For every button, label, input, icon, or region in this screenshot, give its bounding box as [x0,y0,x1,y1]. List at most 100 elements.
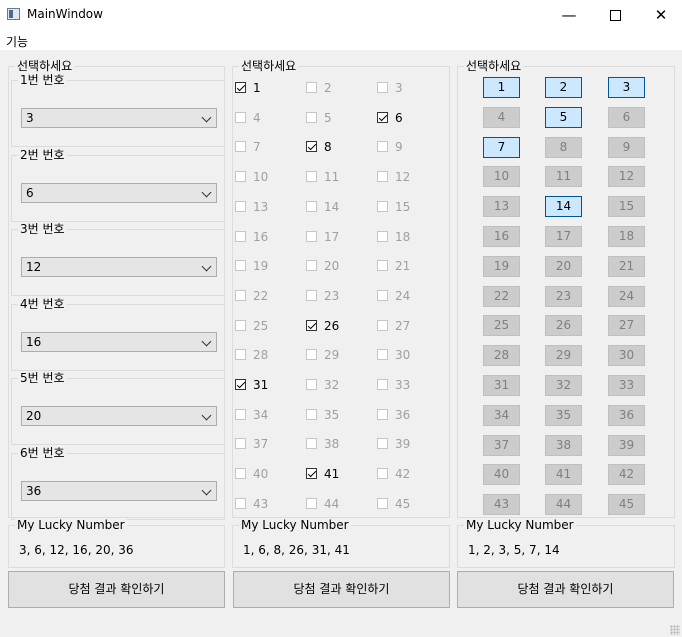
number-button-41[interactable]: 41 [545,464,582,486]
checkbox-box [235,141,246,153]
number-button-27[interactable]: 27 [608,315,645,337]
number-button-38[interactable]: 38 [545,434,582,456]
number-button-23[interactable]: 23 [545,285,582,307]
checkbox-label: 8 [324,140,332,155]
number-button-2[interactable]: 2 [545,77,582,98]
window-title: MainWindow [27,7,103,21]
check-result-button-1[interactable]: 당첨 결과 확인하기 [8,571,225,608]
number-button-8[interactable]: 8 [545,136,582,158]
resize-grip[interactable] [670,625,680,635]
maximize-button[interactable] [592,0,638,30]
number-combo-1[interactable]: 3 [21,108,217,128]
number-button-33[interactable]: 33 [608,375,645,396]
checkbox-box [235,289,246,301]
checkbox-select-panel: 선택하세요 1 2 3 4 5 6 7 8 9 10 11 12 13 14 15 16 17 18 19 20 21 2… [232,59,450,518]
number-button-6[interactable]: 6 [608,106,645,128]
number-button-42[interactable]: 42 [608,464,645,486]
checkbox-label: 35 [324,407,340,422]
checkbox-box [377,289,388,301]
number-button-24[interactable]: 24 [608,285,645,307]
checkbox-label: 39 [395,437,411,452]
number-button-29[interactable]: 29 [545,345,582,367]
number-button-3[interactable]: 3 [608,77,645,98]
number-button-26[interactable]: 26 [545,315,582,337]
number-button-4[interactable]: 4 [483,106,520,128]
number-button-36[interactable]: 36 [608,404,645,426]
checkbox-label: 41 [324,467,340,482]
menu-item-function[interactable]: 기능 [6,33,28,50]
panel-title: 선택하세요 [239,59,299,73]
number-button-1[interactable]: 1 [483,77,520,98]
checkbox-box [306,468,317,480]
number-button-30[interactable]: 30 [608,345,645,367]
number-button-35[interactable]: 35 [545,404,582,426]
number-button-40[interactable]: 40 [483,464,520,486]
number-button-18[interactable]: 18 [608,226,645,247]
checkbox-label: 19 [253,259,269,274]
number-button-28[interactable]: 28 [483,345,520,367]
checkbox-label: 38 [324,437,340,452]
number-button-19[interactable]: 19 [483,255,520,277]
checkbox-box [377,408,388,420]
number-button-21[interactable]: 21 [608,255,645,277]
checkbox-box [235,171,246,183]
number-button-7[interactable]: 7 [483,136,520,158]
check-result-button-2[interactable]: 당첨 결과 확인하기 [233,571,450,608]
number-button-13[interactable]: 13 [483,196,520,218]
button-select-panel: 선택하세요 1 2 3 4 5 6 7 8 9 10 11 12 13 14 15 16 17 18 19 20 21 2… [457,59,675,518]
number-button-34[interactable]: 34 [483,404,520,426]
combo-select-panel: 선택하세요 1번 번호 3 2번 번호 6 3번 번호 12 4번 번호 16 5번 번호 20 6… [8,59,225,520]
checkbox-box [377,319,388,331]
number-button-45[interactable]: 45 [608,494,645,516]
number-group-3: 3번 번호 12 [11,222,225,296]
number-button-16[interactable]: 16 [483,226,520,247]
number-button-44[interactable]: 44 [545,494,582,516]
lucky-number-group-3: My Lucky Number 1, 2, 3, 5, 7, 14 [457,518,675,568]
checkbox-label: 11 [324,170,340,185]
number-button-10[interactable]: 10 [483,166,520,188]
checkbox-label: 28 [253,348,269,363]
number-button-14[interactable]: 14 [545,196,582,218]
number-button-12[interactable]: 12 [608,166,645,188]
close-button[interactable]: ✕ [638,0,682,30]
number-button-20[interactable]: 20 [545,255,582,277]
number-group-2: 2번 번호 6 [11,147,225,222]
checkbox-label: 37 [253,437,269,452]
number-button-37[interactable]: 37 [483,434,520,456]
checkbox-box [306,408,317,420]
number-group-6: 6번 번호 36 [11,445,225,520]
checkbox-box [235,111,246,123]
checkbox-label: 13 [253,199,269,214]
number-button-17[interactable]: 17 [545,226,582,247]
number-combo-6[interactable]: 36 [21,480,217,501]
checkbox-box [306,141,317,153]
checkbox-box [377,260,388,272]
combo-value: 12 [26,260,42,274]
checkbox-box [306,289,317,301]
number-button-15[interactable]: 15 [608,196,645,218]
checkbox-label: 26 [324,318,340,333]
minimize-button[interactable]: — [546,0,592,30]
number-combo-3[interactable]: 12 [21,257,217,277]
lucky-number-value: 3, 6, 12, 16, 20, 36 [19,543,134,557]
checkbox-box [306,111,317,123]
number-combo-4[interactable]: 16 [21,331,217,352]
number-button-43[interactable]: 43 [483,494,520,516]
number-button-5[interactable]: 5 [545,106,582,128]
number-combo-5[interactable]: 20 [21,406,217,426]
number-combo-2[interactable]: 6 [21,182,217,203]
panel-title: 선택하세요 [15,59,75,73]
lucky-number-value: 1, 2, 3, 5, 7, 14 [468,543,560,557]
number-button-9[interactable]: 9 [608,136,645,158]
number-button-39[interactable]: 39 [608,434,645,456]
check-result-button-3[interactable]: 당첨 결과 확인하기 [457,571,674,608]
number-button-32[interactable]: 32 [545,375,582,396]
number-button-31[interactable]: 31 [483,375,520,396]
checkbox-box [235,379,246,390]
number-button-25[interactable]: 25 [483,315,520,337]
checkbox-box [377,379,388,390]
combo-value: 36 [26,483,42,498]
number-button-22[interactable]: 22 [483,285,520,307]
number-group-1: 1번 번호 3 [11,73,225,147]
number-button-11[interactable]: 11 [545,166,582,188]
